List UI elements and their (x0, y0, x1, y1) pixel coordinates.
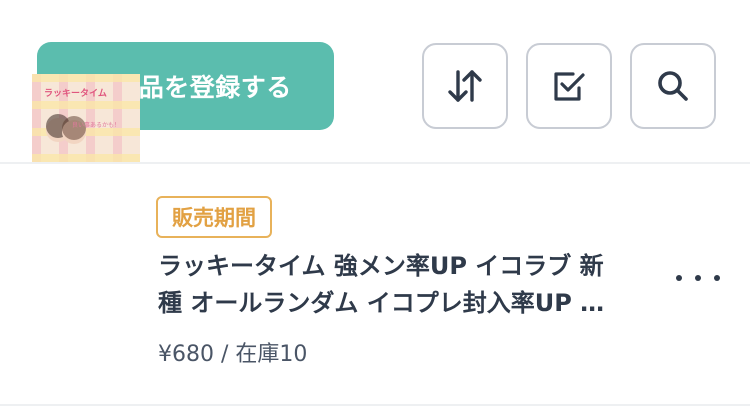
price-stock-text: ¥680 / 在庫10 (158, 342, 308, 367)
product-title-line: ラッキータイム 強メン率UP イコラブ 新 (158, 252, 604, 280)
sale-period-badge: 販売期間 (156, 196, 272, 238)
more-icon (714, 275, 720, 281)
more-icon (676, 275, 682, 281)
register-product-label: 商品を登録する (113, 73, 292, 102)
divider (0, 404, 750, 406)
checkbox-icon (554, 72, 585, 101)
sort-updown-icon (448, 70, 482, 102)
more-icon (695, 275, 701, 281)
sort-button[interactable] (422, 43, 508, 129)
product-title-line: 種 オールランダム イコプレ封入率UP … (158, 289, 605, 317)
product-title[interactable]: ラッキータイム 強メン率UP イコラブ 新 種 オールランダム イコプレ封入率U… (158, 248, 668, 322)
thumbnail-title-text: ラッキータイム (44, 89, 107, 99)
bulk-select-button[interactable] (526, 43, 612, 129)
product-thumbnail[interactable]: ラッキータイム 良い事あるかも！ (32, 74, 140, 162)
more-options-button[interactable] (676, 266, 720, 290)
search-button[interactable] (630, 43, 716, 129)
thumbnail-sub-text: 良い事あるかも！ (72, 122, 121, 129)
search-icon (658, 71, 688, 101)
